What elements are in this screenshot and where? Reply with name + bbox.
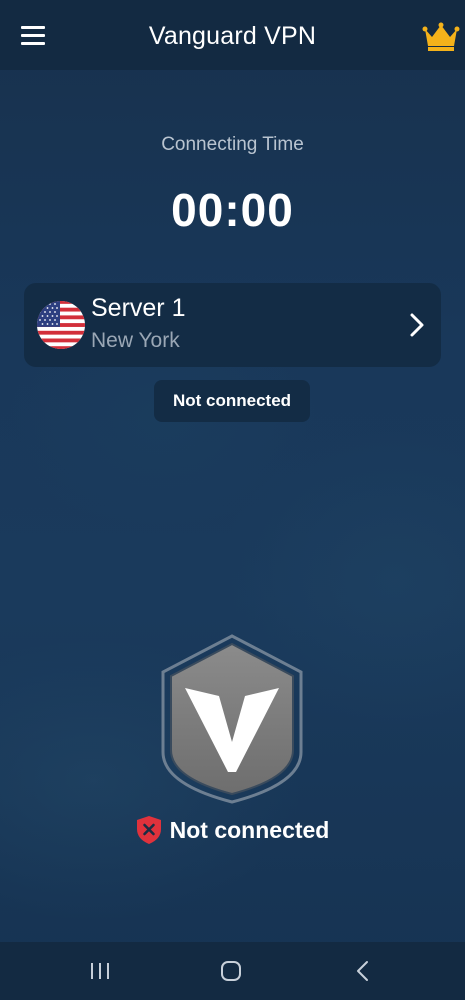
app-bar: Vanguard VPN bbox=[0, 0, 465, 70]
home-icon[interactable] bbox=[211, 942, 251, 1000]
us-flag-icon bbox=[37, 301, 85, 349]
server-selector[interactable]: Server 1 New York bbox=[24, 283, 441, 367]
server-name: Server 1 bbox=[91, 294, 186, 322]
connecting-time-label: Connecting Time bbox=[161, 134, 304, 155]
shield-x-icon bbox=[136, 816, 161, 844]
system-navigation-bar bbox=[0, 942, 465, 1000]
connection-timer: 00:00 bbox=[171, 184, 294, 236]
connect-shield-button[interactable] bbox=[159, 634, 305, 804]
back-icon[interactable] bbox=[343, 942, 383, 1000]
connection-status: Not connected bbox=[0, 813, 465, 847]
status-pill: Not connected bbox=[154, 380, 310, 422]
connection-status-text: Not connected bbox=[169, 816, 330, 843]
server-location: New York bbox=[91, 329, 180, 352]
chevron-right-icon bbox=[410, 313, 424, 337]
app-title: Vanguard VPN bbox=[148, 22, 317, 50]
recents-icon[interactable] bbox=[80, 942, 120, 1000]
crown-icon[interactable] bbox=[422, 22, 460, 52]
